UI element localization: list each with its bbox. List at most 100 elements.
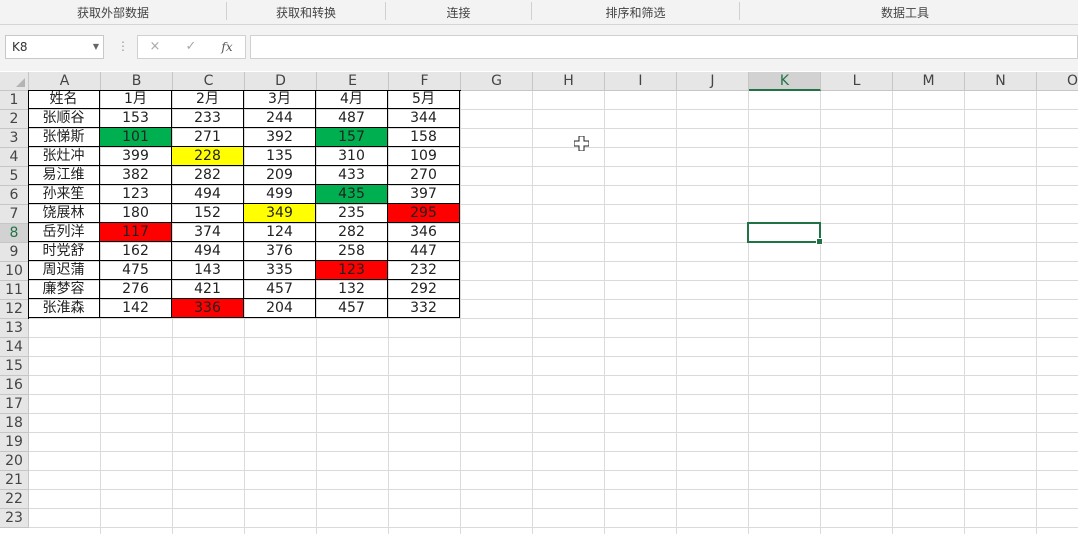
table-cell[interactable]: 廉梦容 [28,280,100,299]
row-header-15[interactable]: 15 [0,357,29,376]
row-header-20[interactable]: 20 [0,452,29,471]
table-cell[interactable]: 392 [244,128,316,147]
table-cell[interactable]: 276 [100,280,172,299]
column-header-f[interactable]: F [389,72,461,91]
table-cell[interactable]: 310 [316,147,388,166]
table-cell[interactable]: 374 [172,223,244,242]
row-header-16[interactable]: 16 [0,376,29,395]
table-cell[interactable]: 494 [172,242,244,261]
table-cell[interactable]: 157 [316,128,388,147]
column-header-l[interactable]: L [821,72,893,91]
table-cell[interactable]: 117 [100,223,172,242]
active-cell-selection[interactable] [747,222,823,245]
row-header-3[interactable]: 3 [0,129,29,148]
table-cell[interactable]: 344 [388,109,460,128]
table-cell[interactable]: 376 [244,242,316,261]
table-cell[interactable]: 421 [172,280,244,299]
table-cell[interactable]: 335 [244,261,316,280]
column-header-h[interactable]: H [533,72,605,91]
row-header-22[interactable]: 22 [0,490,29,509]
column-header-d[interactable]: D [245,72,317,91]
table-cell[interactable]: 475 [100,261,172,280]
table-header-cell[interactable]: 1月 [100,90,172,109]
table-cell[interactable]: 易江维 [28,166,100,185]
row-header-4[interactable]: 4 [0,148,29,167]
row-header-13[interactable]: 13 [0,319,29,338]
row-header-14[interactable]: 14 [0,338,29,357]
table-cell[interactable]: 张顺谷 [28,109,100,128]
table-cell[interactable]: 435 [316,185,388,204]
column-header-n[interactable]: N [965,72,1037,91]
table-header-cell[interactable]: 3月 [244,90,316,109]
table-cell[interactable]: 180 [100,204,172,223]
table-cell[interactable]: 457 [244,280,316,299]
ribbon-group-sort-filter[interactable]: 排序和筛选 [532,0,739,24]
table-cell[interactable]: 457 [316,299,388,318]
table-cell[interactable]: 292 [388,280,460,299]
table-cell[interactable]: 336 [172,299,244,318]
table-cell[interactable]: 周迟蒲 [28,261,100,280]
table-cell[interactable]: 孙来笙 [28,185,100,204]
row-header-10[interactable]: 10 [0,262,29,281]
name-box[interactable]: K8 ▼ [5,35,104,59]
table-header-cell[interactable]: 5月 [388,90,460,109]
table-cell[interactable]: 233 [172,109,244,128]
table-cell[interactable]: 349 [244,204,316,223]
ribbon-group-connections[interactable]: 连接 [386,0,531,24]
column-header-c[interactable]: C [173,72,245,91]
table-cell[interactable]: 235 [316,204,388,223]
table-cell[interactable]: 132 [316,280,388,299]
row-header-8[interactable]: 8 [0,224,29,243]
table-cell[interactable]: 109 [388,147,460,166]
table-cell[interactable]: 228 [172,147,244,166]
table-cell[interactable]: 209 [244,166,316,185]
table-cell[interactable]: 时党舒 [28,242,100,261]
row-header-18[interactable]: 18 [0,414,29,433]
table-cell[interactable]: 158 [388,128,460,147]
table-cell[interactable]: 494 [172,185,244,204]
table-cell[interactable]: 232 [388,261,460,280]
table-header-cell[interactable]: 4月 [316,90,388,109]
row-header-21[interactable]: 21 [0,471,29,490]
table-cell[interactable]: 152 [172,204,244,223]
row-header-5[interactable]: 5 [0,167,29,186]
row-header-2[interactable]: 2 [0,110,29,129]
table-cell[interactable]: 204 [244,299,316,318]
table-header-cell[interactable]: 2月 [172,90,244,109]
table-cell[interactable]: 饶展林 [28,204,100,223]
row-header-9[interactable]: 9 [0,243,29,262]
chevron-down-icon[interactable]: ▼ [93,36,99,58]
table-cell[interactable]: 244 [244,109,316,128]
cancel-icon[interactable]: × [142,36,168,58]
row-header-11[interactable]: 11 [0,281,29,300]
insert-function-icon[interactable]: fx [214,36,240,58]
table-cell[interactable]: 447 [388,242,460,261]
column-header-j[interactable]: J [677,72,749,91]
column-header-o[interactable]: O [1037,72,1078,91]
drag-handle-icon[interactable]: ⋮ [117,39,129,53]
table-cell[interactable]: 143 [172,261,244,280]
row-header-23[interactable]: 23 [0,509,29,528]
table-cell[interactable]: 382 [100,166,172,185]
row-header-19[interactable]: 19 [0,433,29,452]
table-cell[interactable]: 124 [244,223,316,242]
formula-input[interactable] [250,35,1078,59]
table-cell[interactable]: 399 [100,147,172,166]
ribbon-group-data-tools[interactable]: 数据工具 [740,0,1070,24]
table-cell[interactable]: 142 [100,299,172,318]
table-cell[interactable]: 487 [316,109,388,128]
column-header-g[interactable]: G [461,72,533,91]
table-cell[interactable]: 332 [388,299,460,318]
table-cell[interactable]: 397 [388,185,460,204]
column-header-m[interactable]: M [893,72,965,91]
table-cell[interactable]: 282 [316,223,388,242]
table-cell[interactable]: 499 [244,185,316,204]
enter-icon[interactable]: ✓ [178,36,204,58]
column-header-a[interactable]: A [29,72,101,91]
table-cell[interactable]: 张淮森 [28,299,100,318]
select-all-button[interactable] [0,72,29,91]
column-header-k[interactable]: K [749,72,821,91]
table-cell[interactable]: 282 [172,166,244,185]
table-cell[interactable]: 270 [388,166,460,185]
table-cell[interactable]: 张灶冲 [28,147,100,166]
